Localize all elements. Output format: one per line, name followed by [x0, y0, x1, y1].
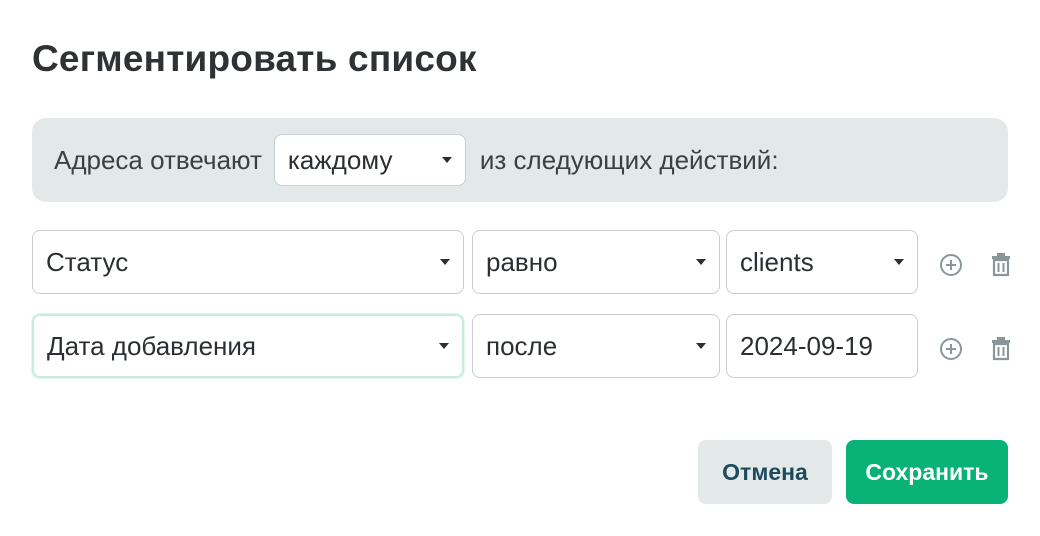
- condition-1-value-select[interactable]: clients: [726, 230, 918, 294]
- chevron-down-icon: [696, 343, 706, 349]
- condition-1-field-value: Статус: [46, 246, 129, 277]
- condition-1-field-select[interactable]: Статус: [32, 230, 464, 294]
- condition-1-operator-value: равно: [486, 246, 558, 277]
- delete-condition-button[interactable]: [987, 334, 1015, 362]
- segment-dialog: Сегментировать список Адреса отвечают ка…: [0, 0, 1040, 536]
- condition-1-value: clients: [740, 246, 814, 277]
- condition-2-value: 2024-09-19: [740, 330, 873, 361]
- dialog-title: Сегментировать список: [32, 38, 477, 79]
- chevron-down-icon: [440, 259, 450, 265]
- match-prefix-label: Адреса отвечают: [54, 144, 262, 175]
- condition-2-operator-value: после: [486, 330, 558, 361]
- delete-condition-button[interactable]: [987, 250, 1015, 278]
- chevron-down-icon: [441, 157, 452, 163]
- plus-circle-icon: [940, 254, 962, 276]
- condition-2-date-input[interactable]: 2024-09-19: [726, 314, 918, 378]
- save-button[interactable]: Сохранить: [846, 440, 1008, 504]
- condition-2-field-value: Дата добавления: [47, 330, 256, 361]
- trash-icon: [992, 253, 1010, 277]
- add-condition-button[interactable]: [937, 335, 965, 363]
- condition-2-operator-select[interactable]: после: [472, 314, 720, 378]
- match-mode-bar: Адреса отвечают каждому из следующих дей…: [32, 118, 1008, 202]
- chevron-down-icon: [439, 343, 449, 349]
- add-condition-button[interactable]: [937, 251, 965, 279]
- chevron-down-icon: [696, 259, 706, 265]
- chevron-down-icon: [894, 259, 904, 265]
- match-mode-select[interactable]: каждому: [273, 134, 466, 186]
- condition-1-operator-select[interactable]: равно: [472, 230, 720, 294]
- match-mode-value: каждому: [287, 144, 393, 175]
- plus-circle-icon: [940, 338, 962, 360]
- trash-icon: [992, 337, 1010, 361]
- condition-2-field-select[interactable]: Дата добавления: [32, 314, 464, 378]
- cancel-button[interactable]: Отмена: [698, 440, 832, 504]
- match-suffix-label: из следующих действий:: [479, 144, 779, 175]
